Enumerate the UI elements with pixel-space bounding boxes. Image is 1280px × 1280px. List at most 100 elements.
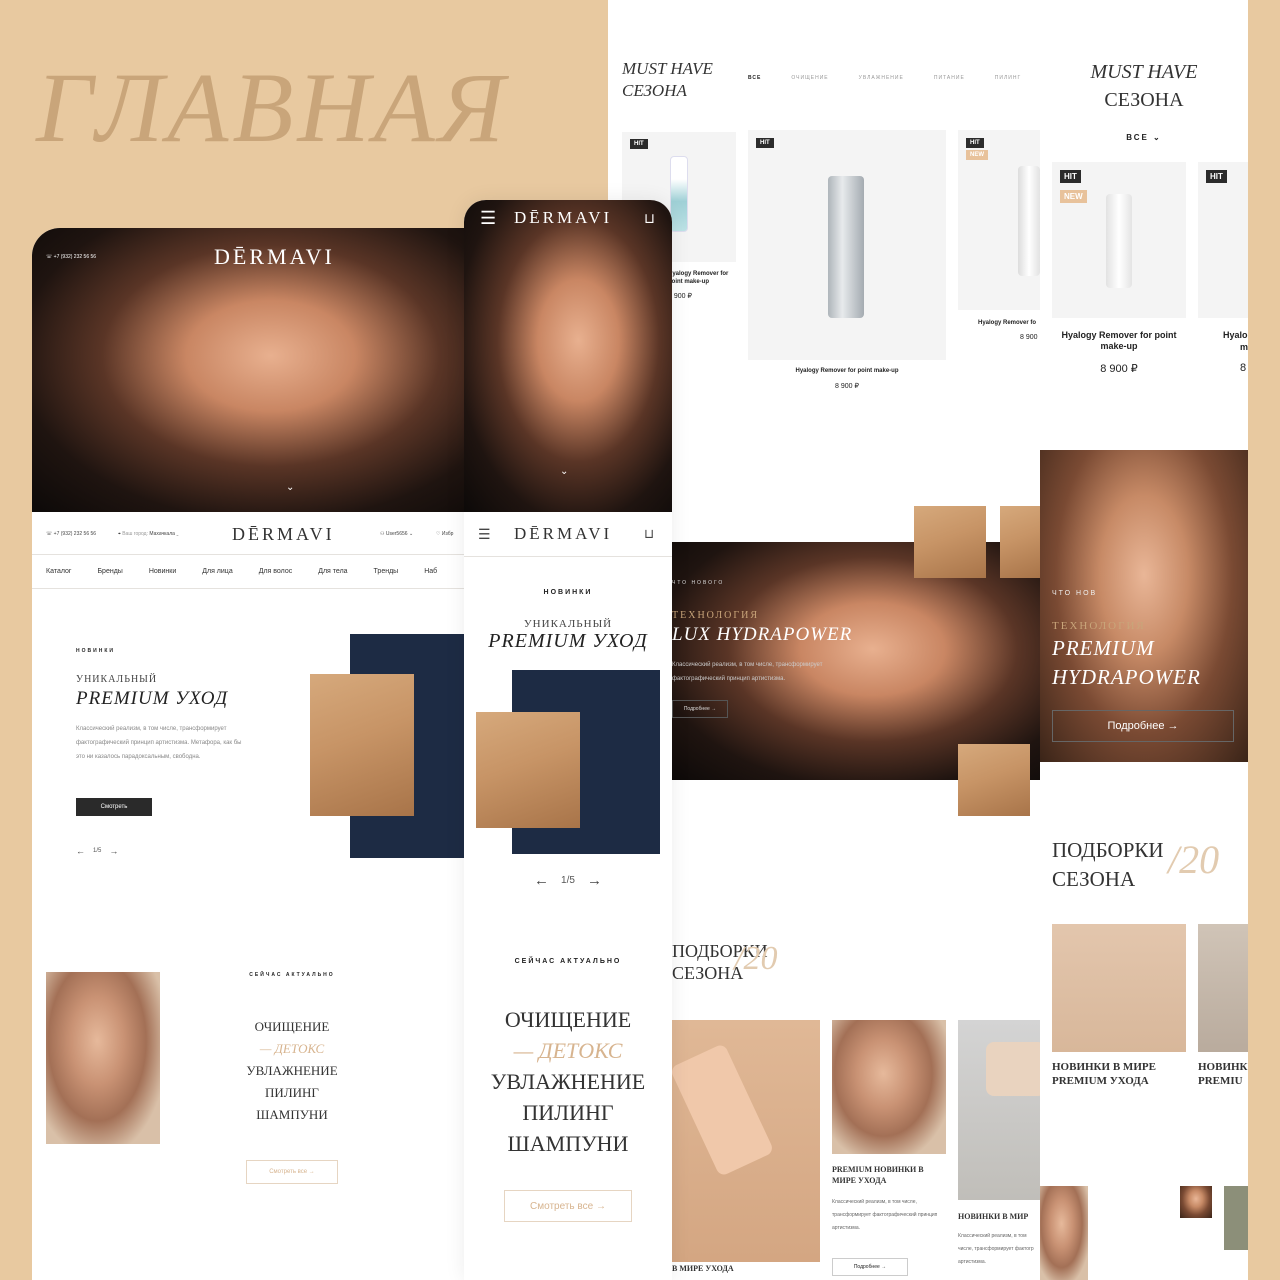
- tube-product: [672, 1042, 775, 1178]
- product-price: 8 900 ₽: [835, 383, 859, 390]
- scroll-down-icon[interactable]: ⌄: [560, 466, 568, 477]
- wide-panel: MUST HAVE СЕЗОНА ВСЕ ОЧИЩЕНИЕ УВЛАЖНЕНИЕ …: [608, 0, 1040, 1280]
- now-item-active[interactable]: — ДЕТОКС: [222, 1038, 362, 1060]
- collection-card-image[interactable]: [958, 1020, 1040, 1200]
- hero-phone[interactable]: ☏ +7 (932) 232 56 56: [46, 254, 96, 260]
- tab-all[interactable]: ВСЕ: [748, 75, 761, 81]
- slide-image-front: [310, 674, 414, 816]
- product-name[interactable]: Hyalogy Remover for point make-up: [668, 270, 738, 286]
- nav-body[interactable]: Для тела: [318, 568, 347, 575]
- now-item[interactable]: ШАМПУНИ: [222, 1104, 362, 1126]
- product-name[interactable]: Hyalo: [1223, 330, 1248, 340]
- collection-card-title[interactable]: НОВИНКИ В МИР: [958, 1212, 1028, 1221]
- collection-card-text: Классический реализм, в том числе, транс…: [832, 1199, 938, 1231]
- slide-pager: ← 1/5 →: [534, 872, 602, 889]
- arrow-left-icon[interactable]: ←: [76, 846, 85, 856]
- nav-face[interactable]: Для лица: [202, 568, 232, 575]
- now-list: ОЧИЩЕНИЕ — ДЕТОКС УВЛАЖНЕНИЕ ПИЛИНГ ШАМП…: [464, 1004, 672, 1159]
- menu-icon[interactable]: ☰: [478, 526, 491, 543]
- collection-card-title[interactable]: НОВИНК PREMIU: [1198, 1060, 1248, 1088]
- user-icon: ⚇: [380, 531, 385, 537]
- must-have-title: MUST HAVE СЕЗОНА: [1090, 61, 1198, 111]
- promo-more-button[interactable]: Подробнее →: [672, 700, 728, 718]
- page-heading: ГЛАВНАЯ: [36, 52, 509, 163]
- nav-new[interactable]: Новинки: [149, 568, 176, 575]
- slide-title: PREMIUM УХОД: [488, 630, 648, 652]
- collection-card-image[interactable]: [1198, 924, 1248, 1052]
- nav-trends[interactable]: Тренды: [374, 568, 399, 575]
- product-card[interactable]: HIT: [748, 130, 946, 360]
- collection-card-image[interactable]: [1052, 924, 1186, 1052]
- collection-card-title[interactable]: В МИРЕ УХОДА: [672, 1264, 734, 1273]
- arrow-right-icon[interactable]: →: [109, 846, 118, 856]
- nav-hair[interactable]: Для волос: [259, 568, 293, 575]
- tab-nutrition[interactable]: ПИТАНИЕ: [934, 75, 965, 81]
- collection-card-image[interactable]: [832, 1020, 946, 1154]
- slide-title: PREMIUM УХОД: [76, 688, 229, 709]
- arrow-right-icon[interactable]: →: [587, 872, 602, 889]
- menu-icon[interactable]: ☰: [480, 208, 496, 229]
- nav-sets[interactable]: Наб: [424, 568, 437, 575]
- narrow-panel: MUST HAVE СЕЗОНА ВСЕ ⌄ HIT NEW Hyalogy Re…: [1040, 0, 1248, 1280]
- product-card[interactable]: HIT: [1198, 162, 1248, 318]
- header-logo[interactable]: DĒRMAVI: [514, 524, 612, 544]
- promo-title: LUX HYDRAPOWER: [672, 624, 853, 645]
- collections-count: /20: [734, 940, 778, 977]
- now-item[interactable]: ОЧИЩЕНИЕ: [464, 1004, 672, 1035]
- user-menu[interactable]: ⚇ User5656 ⌄: [380, 531, 413, 537]
- header-logo[interactable]: DĒRMAVI: [232, 524, 335, 545]
- now-item[interactable]: УВЛАЖНЕНИЕ: [222, 1060, 362, 1082]
- now-image: [46, 972, 160, 1144]
- now-item[interactable]: ШАМПУНИ: [464, 1128, 672, 1159]
- filter-dropdown[interactable]: ВСЕ ⌄: [1040, 133, 1248, 142]
- tab-peeling[interactable]: ПИЛИНГ: [995, 75, 1021, 81]
- now-item[interactable]: УВЛАЖНЕНИЕ: [464, 1066, 672, 1097]
- hero-logo[interactable]: DĒRMAVI: [214, 244, 335, 270]
- now-label: СЕЙЧАС АКТУАЛЬНО: [514, 958, 622, 965]
- slide-view-button[interactable]: Смотреть: [76, 798, 152, 816]
- now-label: СЕЙЧАС АКТУАЛЬНО: [249, 972, 335, 978]
- product-card[interactable]: HIT NEW: [958, 130, 1040, 310]
- tab-cleansing[interactable]: ОЧИЩЕНИЕ: [791, 75, 828, 81]
- product-name[interactable]: Hyalogy Remover fo: [978, 320, 1036, 326]
- product-card[interactable]: HIT NEW: [1052, 162, 1186, 318]
- slide-label: НОВИНКИ: [543, 589, 593, 596]
- tab-moisturizing[interactable]: УВЛАЖНЕНИЕ: [859, 75, 904, 81]
- city-selector[interactable]: ⌖ Ваш город: Махачкала ⌄: [118, 531, 179, 537]
- arrow-left-icon[interactable]: ←: [534, 872, 549, 889]
- product-name[interactable]: Hyalogy Remover for point make-up: [748, 368, 946, 374]
- header-phone[interactable]: ☏ +7 (932) 232 56 56: [46, 531, 96, 537]
- header-divider: [464, 556, 672, 557]
- view-all-button[interactable]: Смотреть все →: [246, 1160, 338, 1184]
- view-all-button[interactable]: Смотреть все →: [504, 1190, 632, 1222]
- must-have-title: MUST HAVE СЕЗОНА: [622, 59, 713, 100]
- cart-icon[interactable]: ⊔: [644, 526, 654, 542]
- collection-card-title[interactable]: НОВИНКИ В МИРЕ PREMIUM УХОДА: [1052, 1060, 1156, 1088]
- slide-pager: ← 1/5 →: [76, 846, 119, 856]
- now-item[interactable]: ОЧИЩЕНИЕ: [222, 1016, 362, 1038]
- nav-catalog[interactable]: Каталог: [46, 568, 71, 575]
- nav-brands[interactable]: Бренды: [97, 568, 122, 575]
- hit-badge: HIT: [966, 138, 984, 148]
- now-item[interactable]: ПИЛИНГ: [222, 1082, 362, 1104]
- favorites-link[interactable]: ♡ Избр: [436, 531, 453, 537]
- collection-card-image[interactable]: [672, 1020, 820, 1262]
- promo-thumb-bottles: [1000, 506, 1040, 578]
- nav-divider: [32, 588, 466, 589]
- cart-icon[interactable]: ⊔: [644, 210, 655, 227]
- promo-more-button[interactable]: Подробнее →: [1052, 710, 1234, 742]
- now-item-active[interactable]: — ДЕТОКС: [464, 1035, 672, 1066]
- category-tabs: ВСЕ ОЧИЩЕНИЕ УВЛАЖНЕНИЕ ПИТАНИЕ ПИЛИНГ: [748, 75, 1021, 81]
- slide-pre-title: УНИКАЛЬНЫЙ: [523, 618, 613, 630]
- product-name[interactable]: Hyalogy Remover for point make-up: [1052, 330, 1186, 352]
- now-list: ОЧИЩЕНИЕ — ДЕТОКС УВЛАЖНЕНИЕ ПИЛИНГ ШАМП…: [222, 1016, 362, 1126]
- scroll-down-icon[interactable]: ⌄: [286, 482, 294, 493]
- hero-logo[interactable]: DĒRMAVI: [514, 208, 612, 228]
- promo-thumb-bottles: [914, 506, 986, 578]
- promo-pre-title: ТЕХНОЛОГИЯ: [1052, 620, 1146, 632]
- now-item[interactable]: ПИЛИНГ: [464, 1097, 672, 1128]
- product-name: m: [1240, 342, 1249, 352]
- product-image: [1018, 166, 1040, 276]
- collection-card-title[interactable]: PREMIUM НОВИНКИ В МИРЕ УХОДА: [832, 1164, 946, 1186]
- collection-more-button[interactable]: Подробнее →: [832, 1258, 908, 1276]
